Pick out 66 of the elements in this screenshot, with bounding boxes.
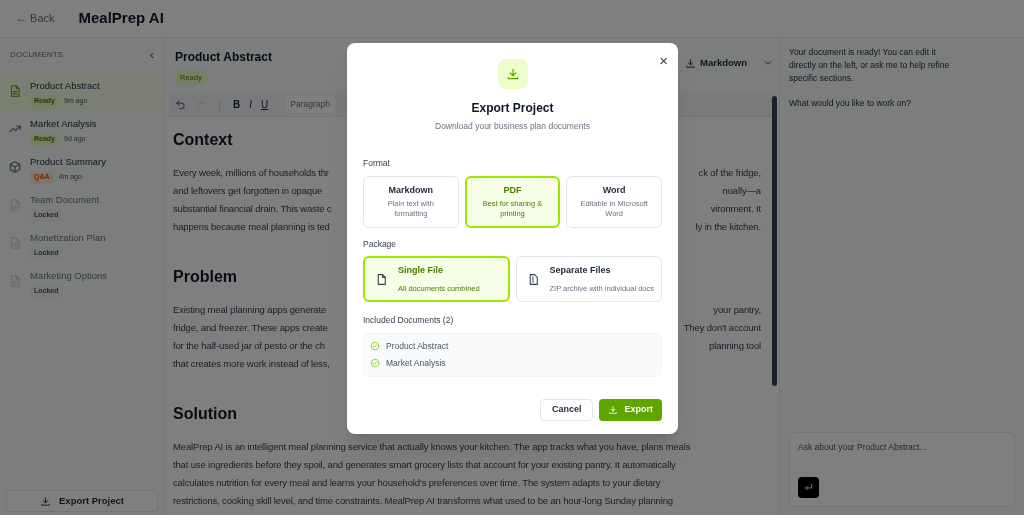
document-icon	[8, 84, 22, 98]
dialog-title: Export Project	[471, 100, 554, 117]
check-circle-icon	[370, 358, 380, 369]
section-label: Format	[363, 156, 391, 170]
paragraph-line: fridge, and freezer. These apps create	[173, 320, 328, 335]
paragraph-line: that use ingredients before they spoil, and generates smart grocery lists that account for your existing pantry. It automatically	[173, 457, 676, 472]
paragraph-line: ck of the fridge,	[698, 165, 761, 180]
file-icon	[375, 272, 388, 286]
document-title: Market Analysis	[30, 117, 97, 131]
download-icon	[685, 57, 696, 69]
bold-button[interactable]: B	[233, 97, 241, 112]
download-icon	[608, 404, 619, 415]
chat-message: What would you like to work on?	[789, 97, 912, 110]
paragraph-line: They don't account	[683, 320, 761, 335]
included-document: Product Abstract	[386, 340, 449, 353]
paragraph-line: nually—a	[722, 183, 761, 198]
dialog-subtitle: Download your business plan documents	[435, 120, 590, 133]
document-title: Product Abstract	[30, 79, 100, 93]
send-button[interactable]	[798, 477, 819, 498]
included-document: Market Analysis	[386, 356, 446, 370]
cancel-button[interactable]: Cancel	[539, 398, 594, 421]
paragraph-line: your pantry,	[713, 302, 761, 317]
document-title: Product Summary	[30, 155, 107, 169]
paragraph-line: and leftovers get forgotten in opaque	[173, 183, 323, 198]
download-icon	[40, 495, 52, 507]
download-icon	[505, 67, 520, 81]
underline-button[interactable]: U	[261, 97, 269, 112]
document-title: Marketing Options	[30, 269, 108, 283]
section-heading: Solution	[173, 404, 237, 424]
section-label: Included Documents (2)	[363, 314, 455, 327]
section-heading: Problem	[173, 267, 237, 287]
paragraph-line: that creates more work instead of less,	[173, 356, 330, 371]
format-dropdown[interactable]: Markdown	[685, 56, 773, 71]
export-button[interactable]: Export	[599, 398, 662, 421]
enter-icon	[803, 482, 814, 493]
undo-icon	[175, 99, 186, 110]
export-project-button[interactable]: Export Project	[6, 490, 158, 512]
document-title: Team Document	[30, 193, 100, 207]
paragraph-line: for the half-used jar of pesto or the ch	[173, 338, 325, 353]
document-title: Product Abstract	[175, 49, 272, 66]
paragraph-line: ly in the kitchen.	[695, 219, 761, 234]
close-button[interactable]: ×	[659, 50, 668, 73]
chat-input[interactable]: Ask about your Product Abstract...	[798, 441, 1006, 454]
paragraph-line: substantial financial drain. This waste c	[173, 201, 332, 216]
paragraph-line: Existing meal planning apps generate	[173, 302, 327, 317]
paragraph-line: calculates nutrition for every meal and learns your household's preferences over time. The system adapts to your dietary	[173, 475, 661, 490]
paragraph-line: happens because meal planning is ted	[173, 219, 330, 234]
paragraph-line: vironment. It	[710, 201, 761, 216]
paragraph-line: planning tool	[709, 338, 761, 353]
section-heading: Context	[173, 130, 233, 150]
collapse-button[interactable]: ‹	[149, 48, 154, 61]
cube-icon	[8, 160, 22, 174]
paragraph-line: MealPrep AI is an intelligent meal planning service that actually knows your kitchen. The app tracks what you have, plans meals	[173, 439, 691, 454]
check-circle-icon	[370, 341, 380, 352]
paragraph-line: Every week, millions of households thr	[173, 165, 329, 180]
scrollbar[interactable]	[772, 96, 777, 386]
paragraph-style-dropdown[interactable]: Paragraph	[285, 96, 335, 113]
back-link[interactable]: ← Back	[16, 10, 55, 27]
app-title: MealPrep AI	[78, 8, 164, 29]
trend-chart-icon	[8, 122, 22, 136]
italic-button[interactable]: I	[249, 97, 252, 112]
paragraph-line: restrictions, cooking skill level, and time constraints. MealPrep AI transforms what used to be an hour-long Sunday planning	[173, 493, 673, 508]
chat-message: Your document is ready! You can edit it directly on the left, or ask me to help refine specific sections.	[789, 46, 951, 85]
document-title: Monetization Plan	[30, 231, 106, 245]
section-label: Package	[363, 237, 398, 251]
section-heading: DOCUMENTS	[10, 48, 64, 61]
